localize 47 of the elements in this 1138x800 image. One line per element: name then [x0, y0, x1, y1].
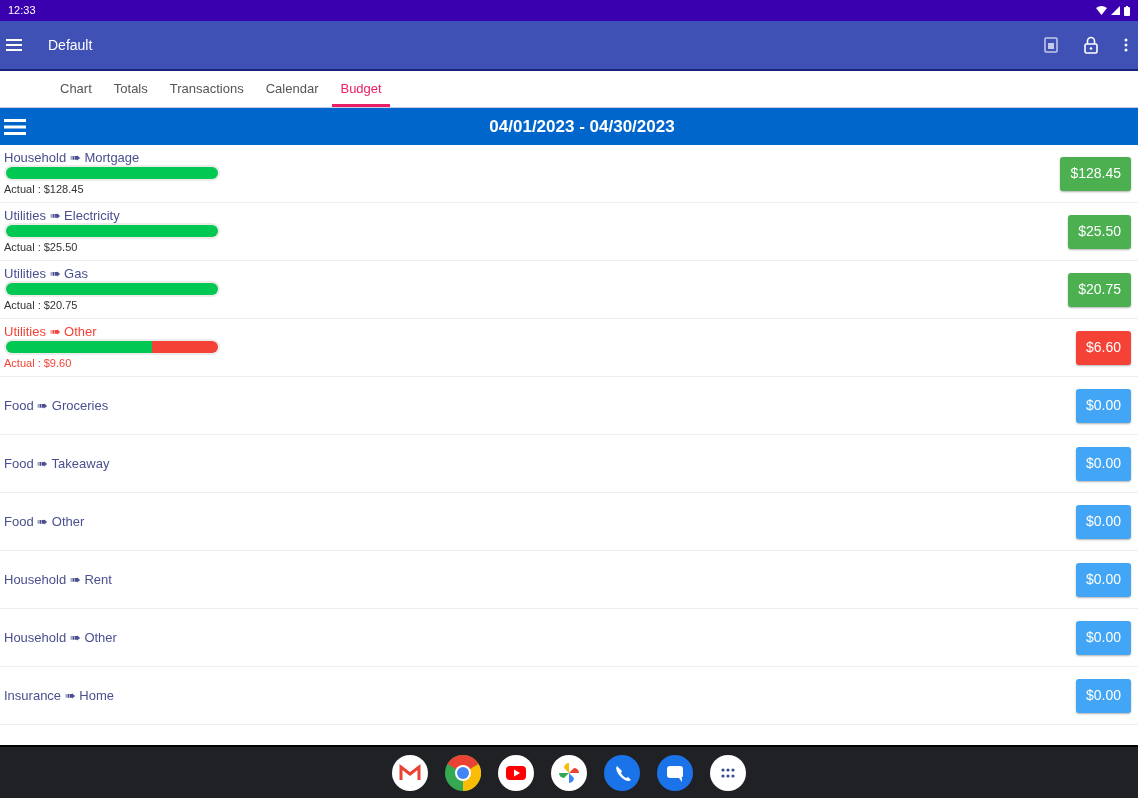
tab[interactable]: Totals [105, 70, 156, 107]
category-label: Food ➠ Other [4, 514, 86, 529]
actual-amount: Actual : $128.45 [4, 181, 85, 197]
battery-icon [1124, 5, 1130, 16]
actual-amount: Actual : $25.50 [4, 239, 79, 255]
date-range: 04/01/2023 - 04/30/2023 [489, 116, 675, 136]
menu-icon[interactable] [4, 118, 26, 135]
budget-amount-button[interactable]: $25.50 [1068, 214, 1131, 249]
budget-amount-button[interactable]: $0.00 [1075, 620, 1131, 655]
category-label: Insurance ➠ Home [4, 688, 115, 703]
lock-icon[interactable] [1084, 36, 1098, 54]
calculator-icon[interactable] [1044, 37, 1058, 53]
budget-amount-button[interactable]: $0.00 [1075, 388, 1131, 423]
category-label: Food ➠ Takeaway [4, 456, 111, 471]
wifi-icon [1096, 6, 1107, 15]
browser-icon[interactable] [445, 754, 481, 791]
chat-icon[interactable] [657, 754, 693, 791]
budget-amount-button[interactable]: $0.00 [1075, 446, 1131, 481]
mail-icon[interactable] [392, 754, 428, 791]
category-label: Household ➠ Other [4, 630, 118, 645]
app-title: Default [48, 35, 93, 55]
budget-amount-button[interactable]: $128.45 [1060, 156, 1131, 191]
tab[interactable]: Calendar [257, 70, 327, 107]
category-label: Food ➠ Groceries [4, 398, 110, 413]
tab[interactable]: Transactions [161, 70, 252, 107]
category-label: Utilities ➠ Gas [4, 265, 89, 281]
signal-icon [1111, 6, 1120, 15]
budget-amount-button[interactable]: $6.60 [1075, 330, 1131, 365]
actual-amount: Actual : $9.60 [4, 355, 73, 371]
category-label: Household ➠ Rent [4, 572, 113, 587]
budget-amount-button[interactable]: $0.00 [1075, 504, 1131, 539]
actual-amount: Actual : $20.75 [4, 297, 79, 313]
play-icon[interactable] [498, 754, 534, 791]
budget-amount-button[interactable]: $0.00 [1075, 678, 1131, 713]
category-label: Utilities ➠ Other [4, 323, 98, 339]
overspend-segment [152, 340, 218, 353]
app-grid-icon[interactable] [710, 754, 746, 791]
menu-icon[interactable] [6, 39, 22, 51]
clock-time: 12:33 [8, 3, 36, 19]
more-options-icon[interactable] [1124, 38, 1128, 52]
category-label: Household ➠ Mortgage [4, 149, 141, 165]
tab[interactable]: Chart [52, 70, 100, 107]
category-label: Utilities ➠ Electricity [4, 207, 121, 223]
budget-amount-button[interactable]: $0.00 [1075, 562, 1131, 597]
phone-icon[interactable] [604, 754, 640, 791]
pinwheel-icon[interactable] [551, 754, 587, 791]
budget-amount-button[interactable]: $20.75 [1068, 272, 1131, 307]
